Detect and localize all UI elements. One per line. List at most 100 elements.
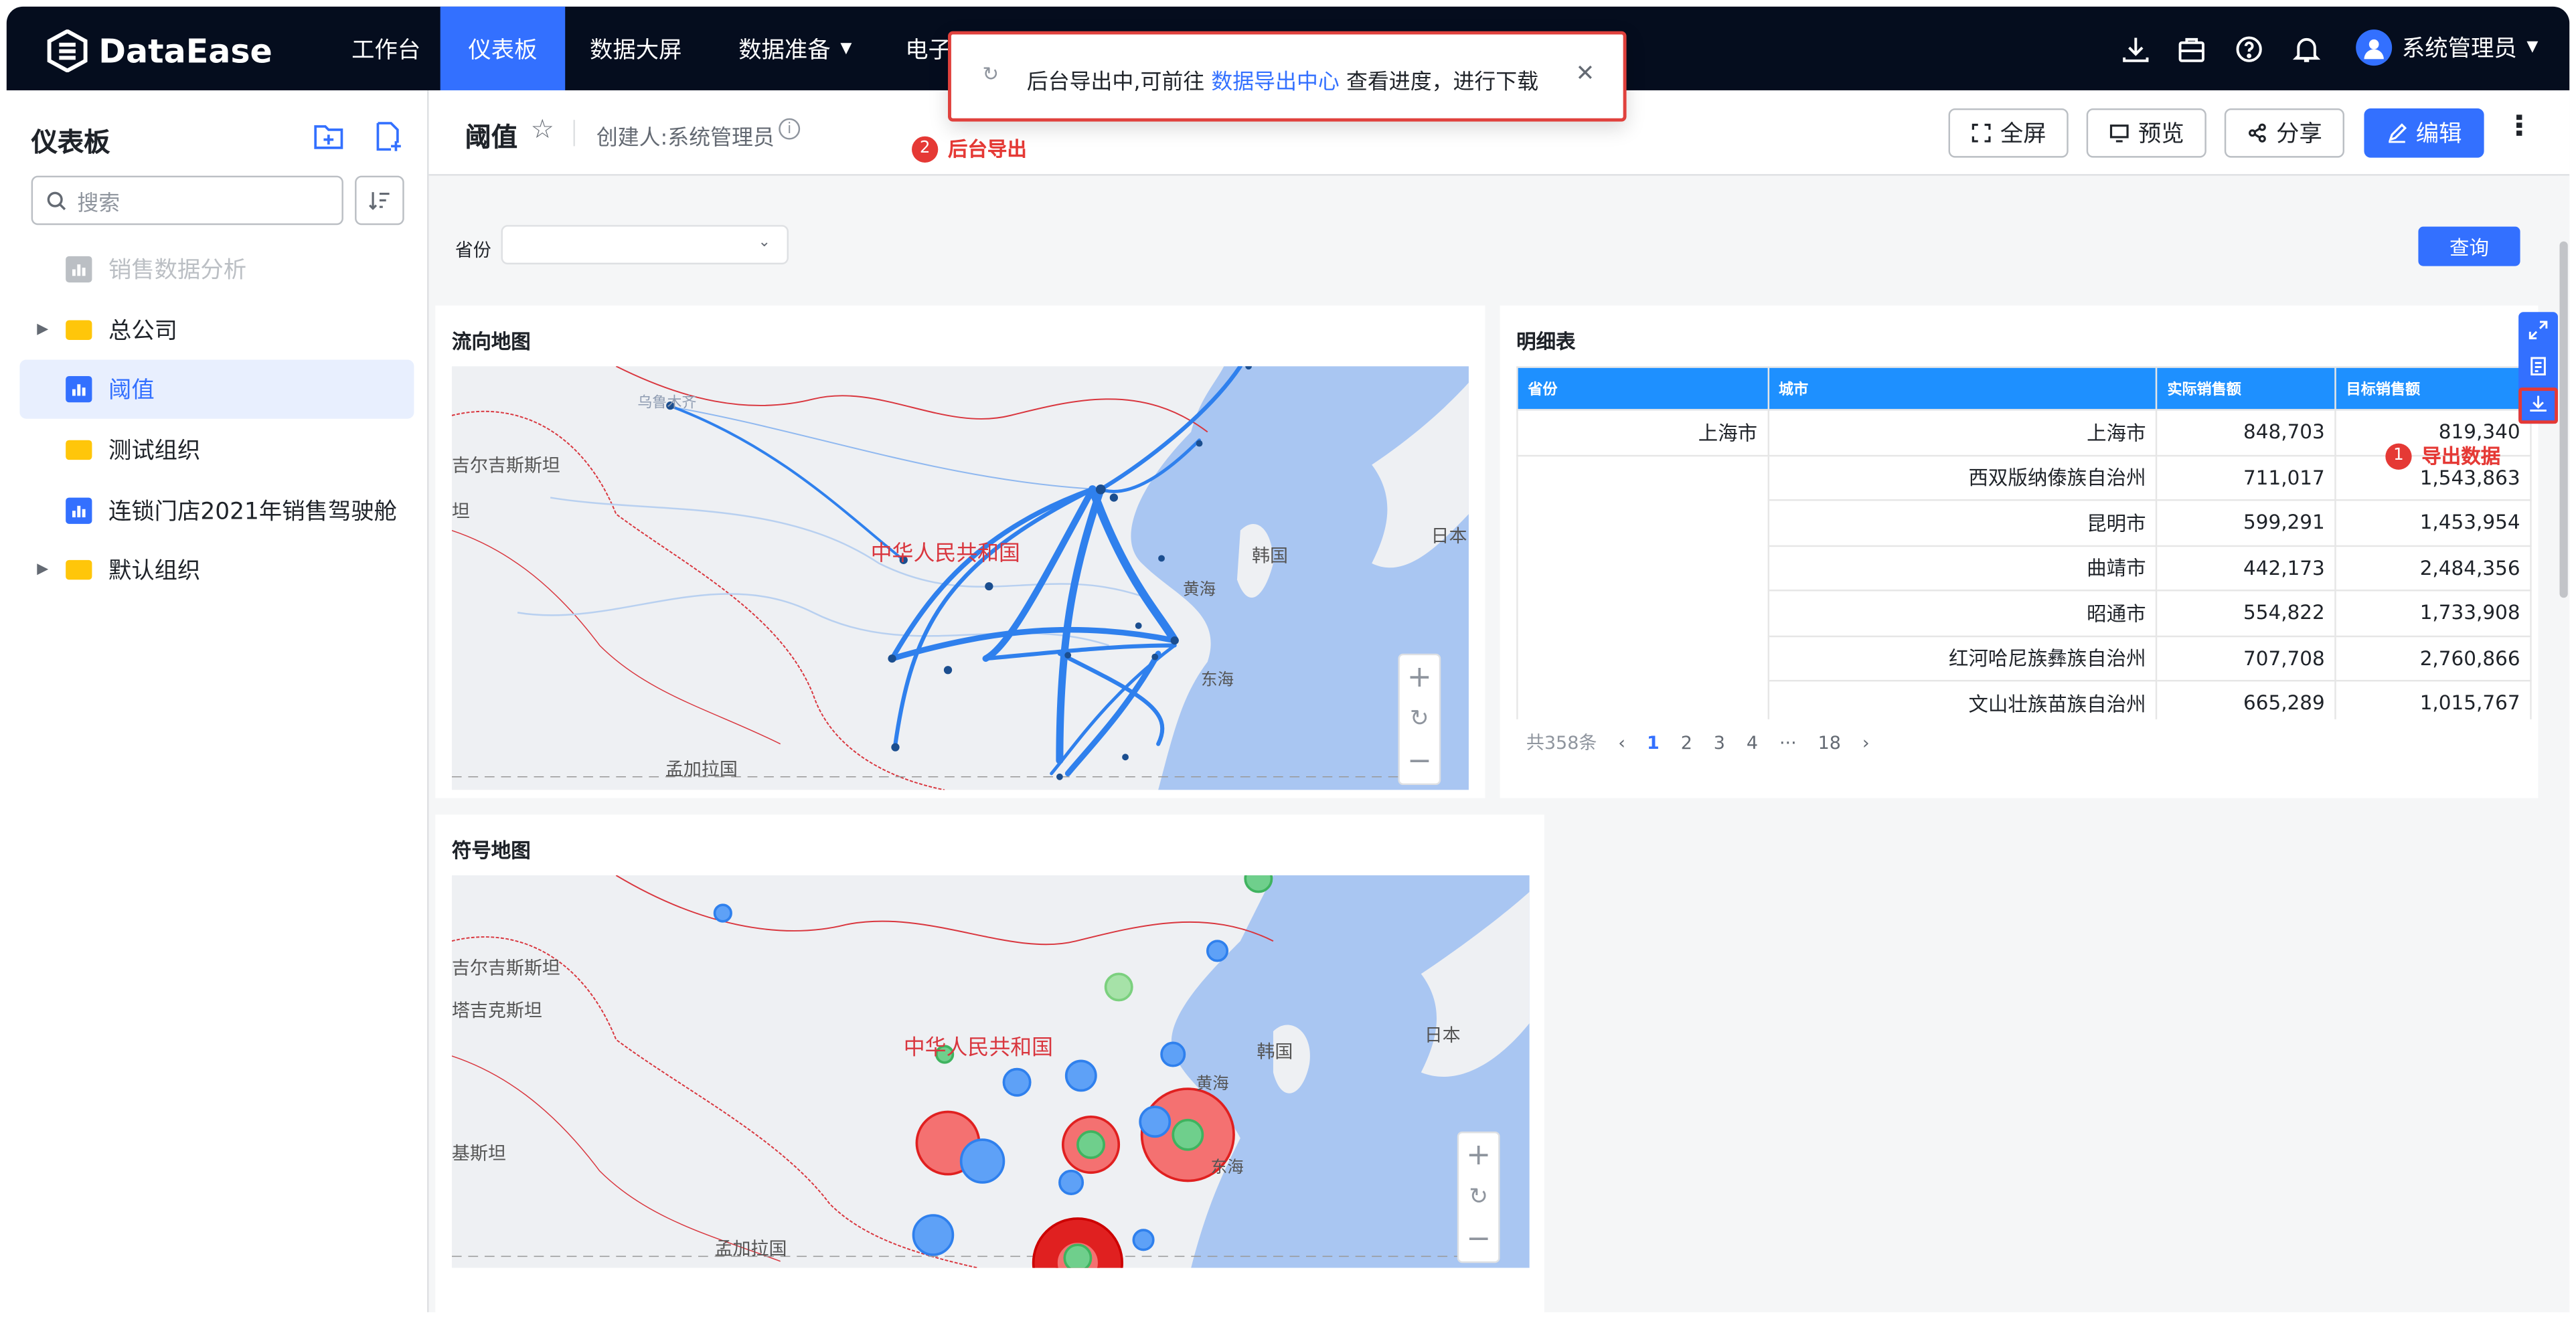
page-18[interactable]: 18: [1818, 731, 1841, 753]
share-button[interactable]: 分享: [2224, 108, 2345, 158]
edit-button[interactable]: 编辑: [2364, 108, 2484, 158]
map-label: 韩国: [1257, 1041, 1293, 1062]
map-label: 坦: [452, 501, 470, 522]
annotation-label: 后台导出: [948, 138, 1027, 161]
column-header[interactable]: 实际销售额: [2156, 366, 2336, 411]
symbol-map-card: 符号地图 吉尔吉斯斯坦 塔吉克斯坦 中华人民共和国 韩国 日本 黄海 东海 基斯…: [435, 814, 1544, 1312]
caret-down-icon: ▼: [840, 40, 852, 57]
total-count: 共358条: [1526, 732, 1597, 754]
column-header[interactable]: 目标销售额: [2334, 366, 2532, 411]
monitor-icon: [2109, 124, 2128, 143]
map-label: 东海: [1211, 1157, 1244, 1176]
map-label: 孟加拉国: [665, 759, 738, 780]
column-header[interactable]: 省份: [1516, 366, 1769, 411]
sidebar-item-sales-analysis[interactable]: 销售数据分析: [19, 240, 414, 298]
sidebar: 仪表板 搜索 销售数据分析 ▶ 总公司 阈值 测试组织 连锁门店2021年销售驾驶…: [6, 90, 429, 1312]
divider: [573, 120, 575, 147]
symbol-map[interactable]: 吉尔吉斯斯坦 塔吉克斯坦 中华人民共和国 韩国 日本 黄海 东海 基斯坦 孟加拉…: [451, 875, 1530, 1268]
sidebar-item-threshold[interactable]: 阈值: [19, 359, 414, 419]
zoom-out-icon[interactable]: −: [1466, 1221, 1491, 1256]
detail-table-scroll[interactable]: 省份 城市 实际销售额 目标销售额 上海市 上海市 848,703 819,340 西…: [1516, 366, 2532, 719]
zoom-in-icon[interactable]: +: [1407, 661, 1432, 695]
cell-province: [1516, 454, 1769, 719]
bell-icon[interactable]: [2287, 29, 2326, 69]
page-3[interactable]: 3: [1714, 731, 1725, 753]
sidebar-item-head-office[interactable]: ▶ 总公司: [19, 300, 414, 359]
search-input[interactable]: 搜索: [31, 175, 343, 226]
export-data-highlight[interactable]: [2518, 387, 2559, 424]
cell-province: 上海市: [1516, 409, 1769, 456]
map-label: 东海: [1201, 669, 1234, 689]
preview-button[interactable]: 预览: [2086, 108, 2206, 158]
reset-icon[interactable]: ↻: [1410, 706, 1429, 732]
notice-text: 查看进度，进行下载: [1346, 70, 1539, 96]
nav-label: 电子: [905, 37, 951, 64]
toolbox-icon[interactable]: [2172, 29, 2211, 69]
folder-icon: [66, 320, 92, 340]
help-icon[interactable]: [2229, 29, 2269, 69]
sort-button[interactable]: [355, 175, 404, 226]
cell-target: 1,453,954: [2334, 499, 2532, 546]
cell-target: 1,733,908: [2334, 590, 2532, 636]
vertical-scrollbar[interactable]: [2558, 175, 2570, 1312]
export-icon: [2530, 395, 2547, 412]
button-label: 全屏: [2000, 121, 2046, 148]
prev-page-icon[interactable]: ‹: [1618, 731, 1625, 753]
sidebar-item-label: 连锁门店2021年销售驾驶舱: [108, 499, 398, 526]
new-dashboard-icon[interactable]: [372, 120, 404, 153]
pagination: 共358条 ‹ 1 2 3 4 ··· 18 ›: [1526, 729, 1870, 756]
nav-label: 仪表板: [468, 37, 538, 64]
page-2[interactable]: 2: [1681, 731, 1692, 753]
flow-map[interactable]: 乌鲁木齐 吉尔吉斯斯坦 坦 中华人民共和国 韩国 日本 黄海 东海 孟加拉国: [451, 366, 1469, 790]
scrollbar-thumb[interactable]: [2559, 241, 2568, 598]
page-1[interactable]: 1: [1647, 731, 1660, 753]
dataease-logo-icon: [47, 29, 88, 72]
app-logo[interactable]: DataEase: [46, 26, 272, 76]
nav-data-prep[interactable]: 数据准备 ▼: [713, 7, 877, 90]
detail-table-title: 明细表: [1516, 330, 1576, 353]
card-toolbar: [2518, 312, 2559, 424]
button-label: 编辑: [2415, 121, 2462, 148]
new-folder-icon[interactable]: [312, 120, 345, 153]
chart-icon: [66, 256, 92, 283]
cell-city: 昆明市: [1767, 499, 2158, 546]
sidebar-item-default-org[interactable]: ▶ 默认组织: [19, 540, 414, 599]
export-center-link[interactable]: 数据导出中心: [1211, 71, 1339, 96]
caret-right-icon[interactable]: ▶: [19, 561, 66, 578]
cell-city: 西双版纳傣族自治州: [1767, 454, 2158, 501]
caret-right-icon[interactable]: ▶: [19, 322, 66, 339]
close-icon[interactable]: ✕: [1575, 61, 1595, 87]
details-icon[interactable]: [2528, 357, 2548, 376]
sidebar-item-test-org[interactable]: 测试组织: [19, 420, 414, 479]
more-icon[interactable]: ···: [2500, 112, 2535, 136]
nav-label: 数据大屏: [590, 37, 682, 64]
nav-data-screen[interactable]: 数据大屏: [565, 7, 706, 90]
province-select[interactable]: ⌄: [501, 225, 789, 265]
fullscreen-button[interactable]: 全屏: [1948, 108, 2069, 158]
query-button[interactable]: 查询: [2418, 226, 2520, 266]
nav-dashboard[interactable]: 仪表板: [440, 6, 566, 90]
map-label: 黄海: [1196, 1073, 1229, 1093]
map-label: 吉尔吉斯斯坦: [452, 958, 560, 978]
cell-target: 2,760,866: [2334, 634, 2532, 682]
reset-icon[interactable]: ↻: [1469, 1184, 1488, 1210]
expand-icon[interactable]: [2528, 321, 2548, 340]
sidebar-item-chain-store-cockpit[interactable]: 连锁门店2021年销售驾驶舱: [19, 481, 414, 540]
column-header[interactable]: 城市: [1767, 366, 2158, 411]
download-icon[interactable]: [2116, 29, 2156, 69]
zoom-out-icon[interactable]: −: [1407, 743, 1432, 778]
page-ellipsis[interactable]: ···: [1779, 731, 1797, 753]
zoom-in-icon[interactable]: +: [1466, 1138, 1491, 1173]
star-icon[interactable]: ☆: [531, 113, 554, 145]
next-page-icon[interactable]: ›: [1862, 731, 1870, 753]
cell-actual: 442,173: [2156, 544, 2336, 592]
nav-workbench[interactable]: 工作台: [323, 7, 449, 90]
cell-actual: 711,017: [2156, 454, 2336, 501]
user-menu[interactable]: 系统管理员 ▼: [2356, 29, 2538, 66]
page-4[interactable]: 4: [1747, 731, 1758, 753]
detail-table: 省份 城市 实际销售额 目标销售额 上海市 上海市 848,703 819,340 西…: [1516, 366, 2532, 719]
filter-bar: 省份 ⌄ 查询: [428, 175, 2570, 298]
annotation-1: 1 导出数据: [2385, 442, 2500, 470]
info-icon[interactable]: i: [779, 118, 801, 140]
main-canvas: 阈值 ☆ 创建人:系统管理员 i 全屏 预览 分享 编辑 ··· 2 后台导出 …: [428, 90, 2570, 1312]
